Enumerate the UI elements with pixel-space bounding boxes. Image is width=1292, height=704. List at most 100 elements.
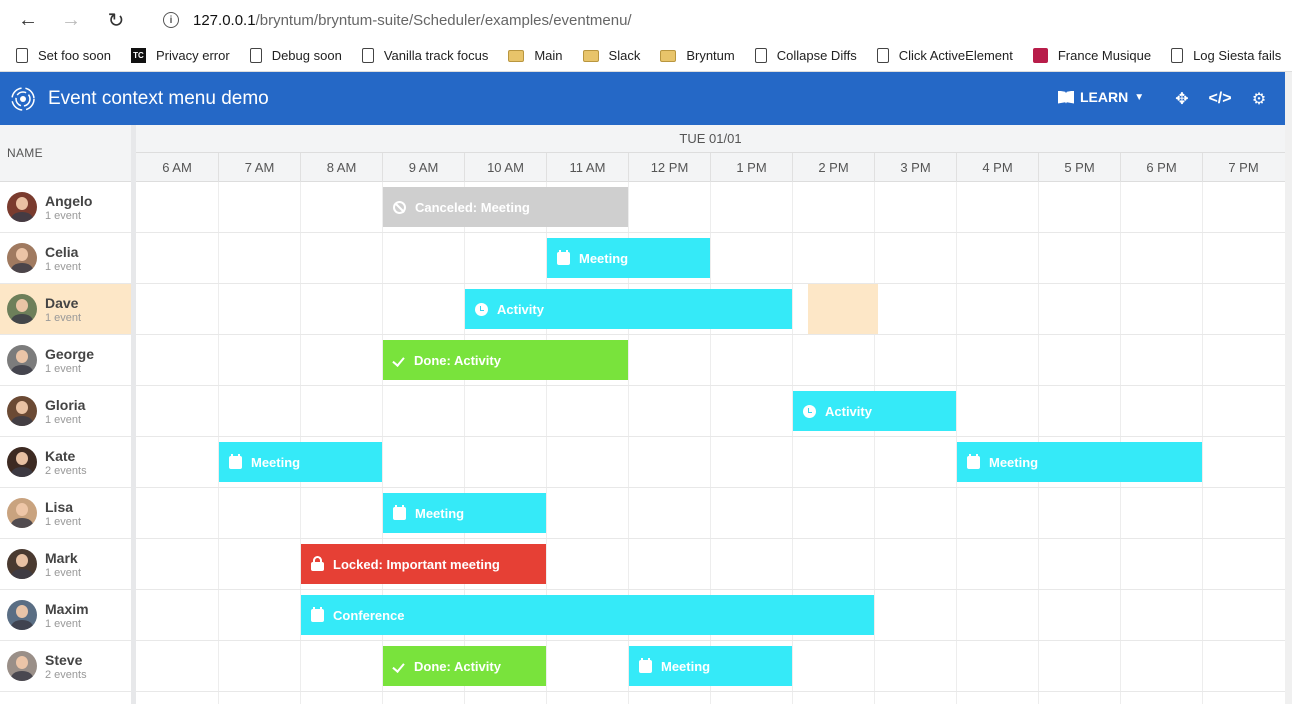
event-bar[interactable]: Meeting [629, 646, 792, 686]
page-icon [16, 48, 28, 63]
folder-icon [660, 49, 677, 62]
grid-row-line [136, 385, 1285, 386]
time-tick: 1 PM [710, 153, 792, 182]
bookmark-item[interactable]: Set foo soon [16, 48, 111, 63]
timeline-grid[interactable]: Canceled: Meeting Meeting Activity Done: Ac… [136, 182, 1285, 704]
time-tick: 3 PM [874, 153, 956, 182]
bookmark-item[interactable]: Vanilla track focus [361, 48, 488, 63]
bookmark-item[interactable]: TC Privacy error [131, 48, 230, 63]
grid-row-line [136, 283, 1285, 284]
event-label: Meeting [251, 454, 301, 470]
avatar [7, 600, 37, 630]
resource-row[interactable]: Angelo 1 event [0, 182, 131, 233]
avatar [7, 345, 37, 375]
avatar [7, 294, 37, 324]
event-bar[interactable]: Conference [301, 595, 874, 635]
fullscreen-icon[interactable]: ✥ [1171, 88, 1193, 110]
resource-row[interactable]: George 1 event [0, 335, 131, 386]
chevron-down-icon: ▼ [1134, 91, 1145, 103]
time-axis-header: TUE 01/01 6 AM 7 AM 8 AM 9 AM 10 AM 11 AM 12 P… [136, 125, 1285, 182]
clock-icon [803, 404, 816, 418]
url-path: /bryntum/bryntum-suite/Scheduler/example… [255, 11, 632, 29]
address-bar[interactable]: i 127.0.0.1/bryntum/bryntum-suite/Schedu… [146, 4, 1292, 36]
name-column-header[interactable]: NAME [0, 125, 131, 182]
resource-row[interactable]: Steve 2 events [0, 641, 131, 692]
learn-button[interactable]: LEARN ▼ [1058, 89, 1144, 105]
calendar-icon [557, 249, 570, 265]
resource-name: Steve [45, 651, 83, 668]
resource-row[interactable]: Lisa 1 event [0, 488, 131, 539]
bookmark-item[interactable]: Debug soon [249, 48, 342, 63]
resource-name: Lisa [45, 498, 74, 515]
calendar-icon [393, 504, 406, 520]
resource-event-count: 2 events [45, 668, 87, 681]
avatar [7, 192, 37, 222]
browser-toolbar: ← → ↻ i 127.0.0.1/bryntum/bryntum-suite/… [0, 0, 1292, 40]
forward-icon[interactable]: → [57, 6, 85, 34]
vertical-scrollbar[interactable] [1285, 72, 1292, 704]
grid-row-line [136, 589, 1285, 590]
bookmark-item[interactable]: Click ActiveElement [876, 48, 1013, 63]
resource-event-count: 1 event [45, 209, 82, 222]
back-icon[interactable]: ← [14, 6, 42, 34]
folder-icon [582, 49, 599, 62]
avatar [7, 243, 37, 273]
event-bar[interactable]: Canceled: Meeting [383, 187, 628, 227]
event-bar[interactable]: Meeting [219, 442, 382, 482]
event-label: Meeting [579, 250, 629, 266]
url-host: 127.0.0.1 [193, 11, 256, 29]
calendar-icon [967, 453, 980, 469]
resource-row[interactable]: Gloria 1 event [0, 386, 131, 437]
bookmark-label: Set foo soon [38, 48, 111, 63]
check-icon [393, 354, 405, 367]
event-label: Locked: Important meeting [333, 556, 500, 572]
site-info-icon[interactable]: i [163, 12, 179, 28]
event-bar[interactable]: Done: Activity [383, 646, 546, 686]
time-tick: 11 AM [546, 153, 628, 182]
grid-row-line [136, 538, 1285, 539]
bookmark-item[interactable]: Bryntum [660, 48, 735, 63]
lock-icon [311, 555, 324, 571]
event-label: Meeting [415, 505, 465, 521]
time-tick: 2 PM [792, 153, 874, 182]
event-bar[interactable]: Done: Activity [383, 340, 628, 380]
event-bar[interactable]: Activity [465, 289, 792, 329]
time-tick: 7 AM [218, 153, 300, 182]
bookmark-label: Debug soon [271, 48, 342, 63]
event-bar[interactable]: Locked: Important meeting [301, 544, 546, 584]
resource-row[interactable]: Mark 1 event [0, 539, 131, 590]
avatar [7, 498, 37, 528]
resource-name: Mark [45, 549, 78, 566]
bookmark-item[interactable]: Log Siesta fails [1171, 48, 1281, 63]
avatar [7, 447, 37, 477]
event-bar[interactable]: Meeting [957, 442, 1202, 482]
bookmark-item[interactable]: Collapse Diffs [754, 48, 857, 63]
grid-row-line [136, 232, 1285, 233]
app-title: Event context menu demo [48, 87, 269, 109]
event-bar[interactable]: Meeting [547, 238, 710, 278]
bookmark-item[interactable]: France Musique [1032, 48, 1151, 63]
grid-row-line [136, 487, 1285, 488]
event-bar[interactable]: Activity [793, 391, 956, 431]
resource-row[interactable]: Celia 1 event [0, 233, 131, 284]
resource-row[interactable]: Maxim 1 event [0, 590, 131, 641]
resource-row[interactable]: Dave 1 event [0, 284, 131, 335]
event-bar[interactable]: Meeting [383, 493, 546, 533]
resource-event-count: 1 event [45, 311, 82, 324]
resource-name: Angelo [45, 192, 93, 209]
code-icon[interactable]: </> [1208, 88, 1231, 110]
learn-label: LEARN [1080, 89, 1129, 105]
gear-icon[interactable]: ⚙ [1248, 88, 1270, 110]
resource-name: Kate [45, 447, 76, 464]
time-tick: 6 PM [1120, 153, 1202, 182]
resource-row[interactable]: Kate 2 events [0, 437, 131, 488]
time-tick: 4 PM [956, 153, 1038, 182]
resource-event-count: 1 event [45, 566, 82, 579]
event-label: Conference [333, 607, 405, 623]
bookmark-item[interactable]: Slack [582, 48, 640, 63]
reload-icon[interactable]: ↻ [102, 6, 130, 34]
event-label: Meeting [661, 658, 711, 674]
page-icon [361, 48, 374, 63]
resource-event-count: 1 event [45, 515, 82, 528]
bookmark-item[interactable]: Main [508, 48, 563, 63]
